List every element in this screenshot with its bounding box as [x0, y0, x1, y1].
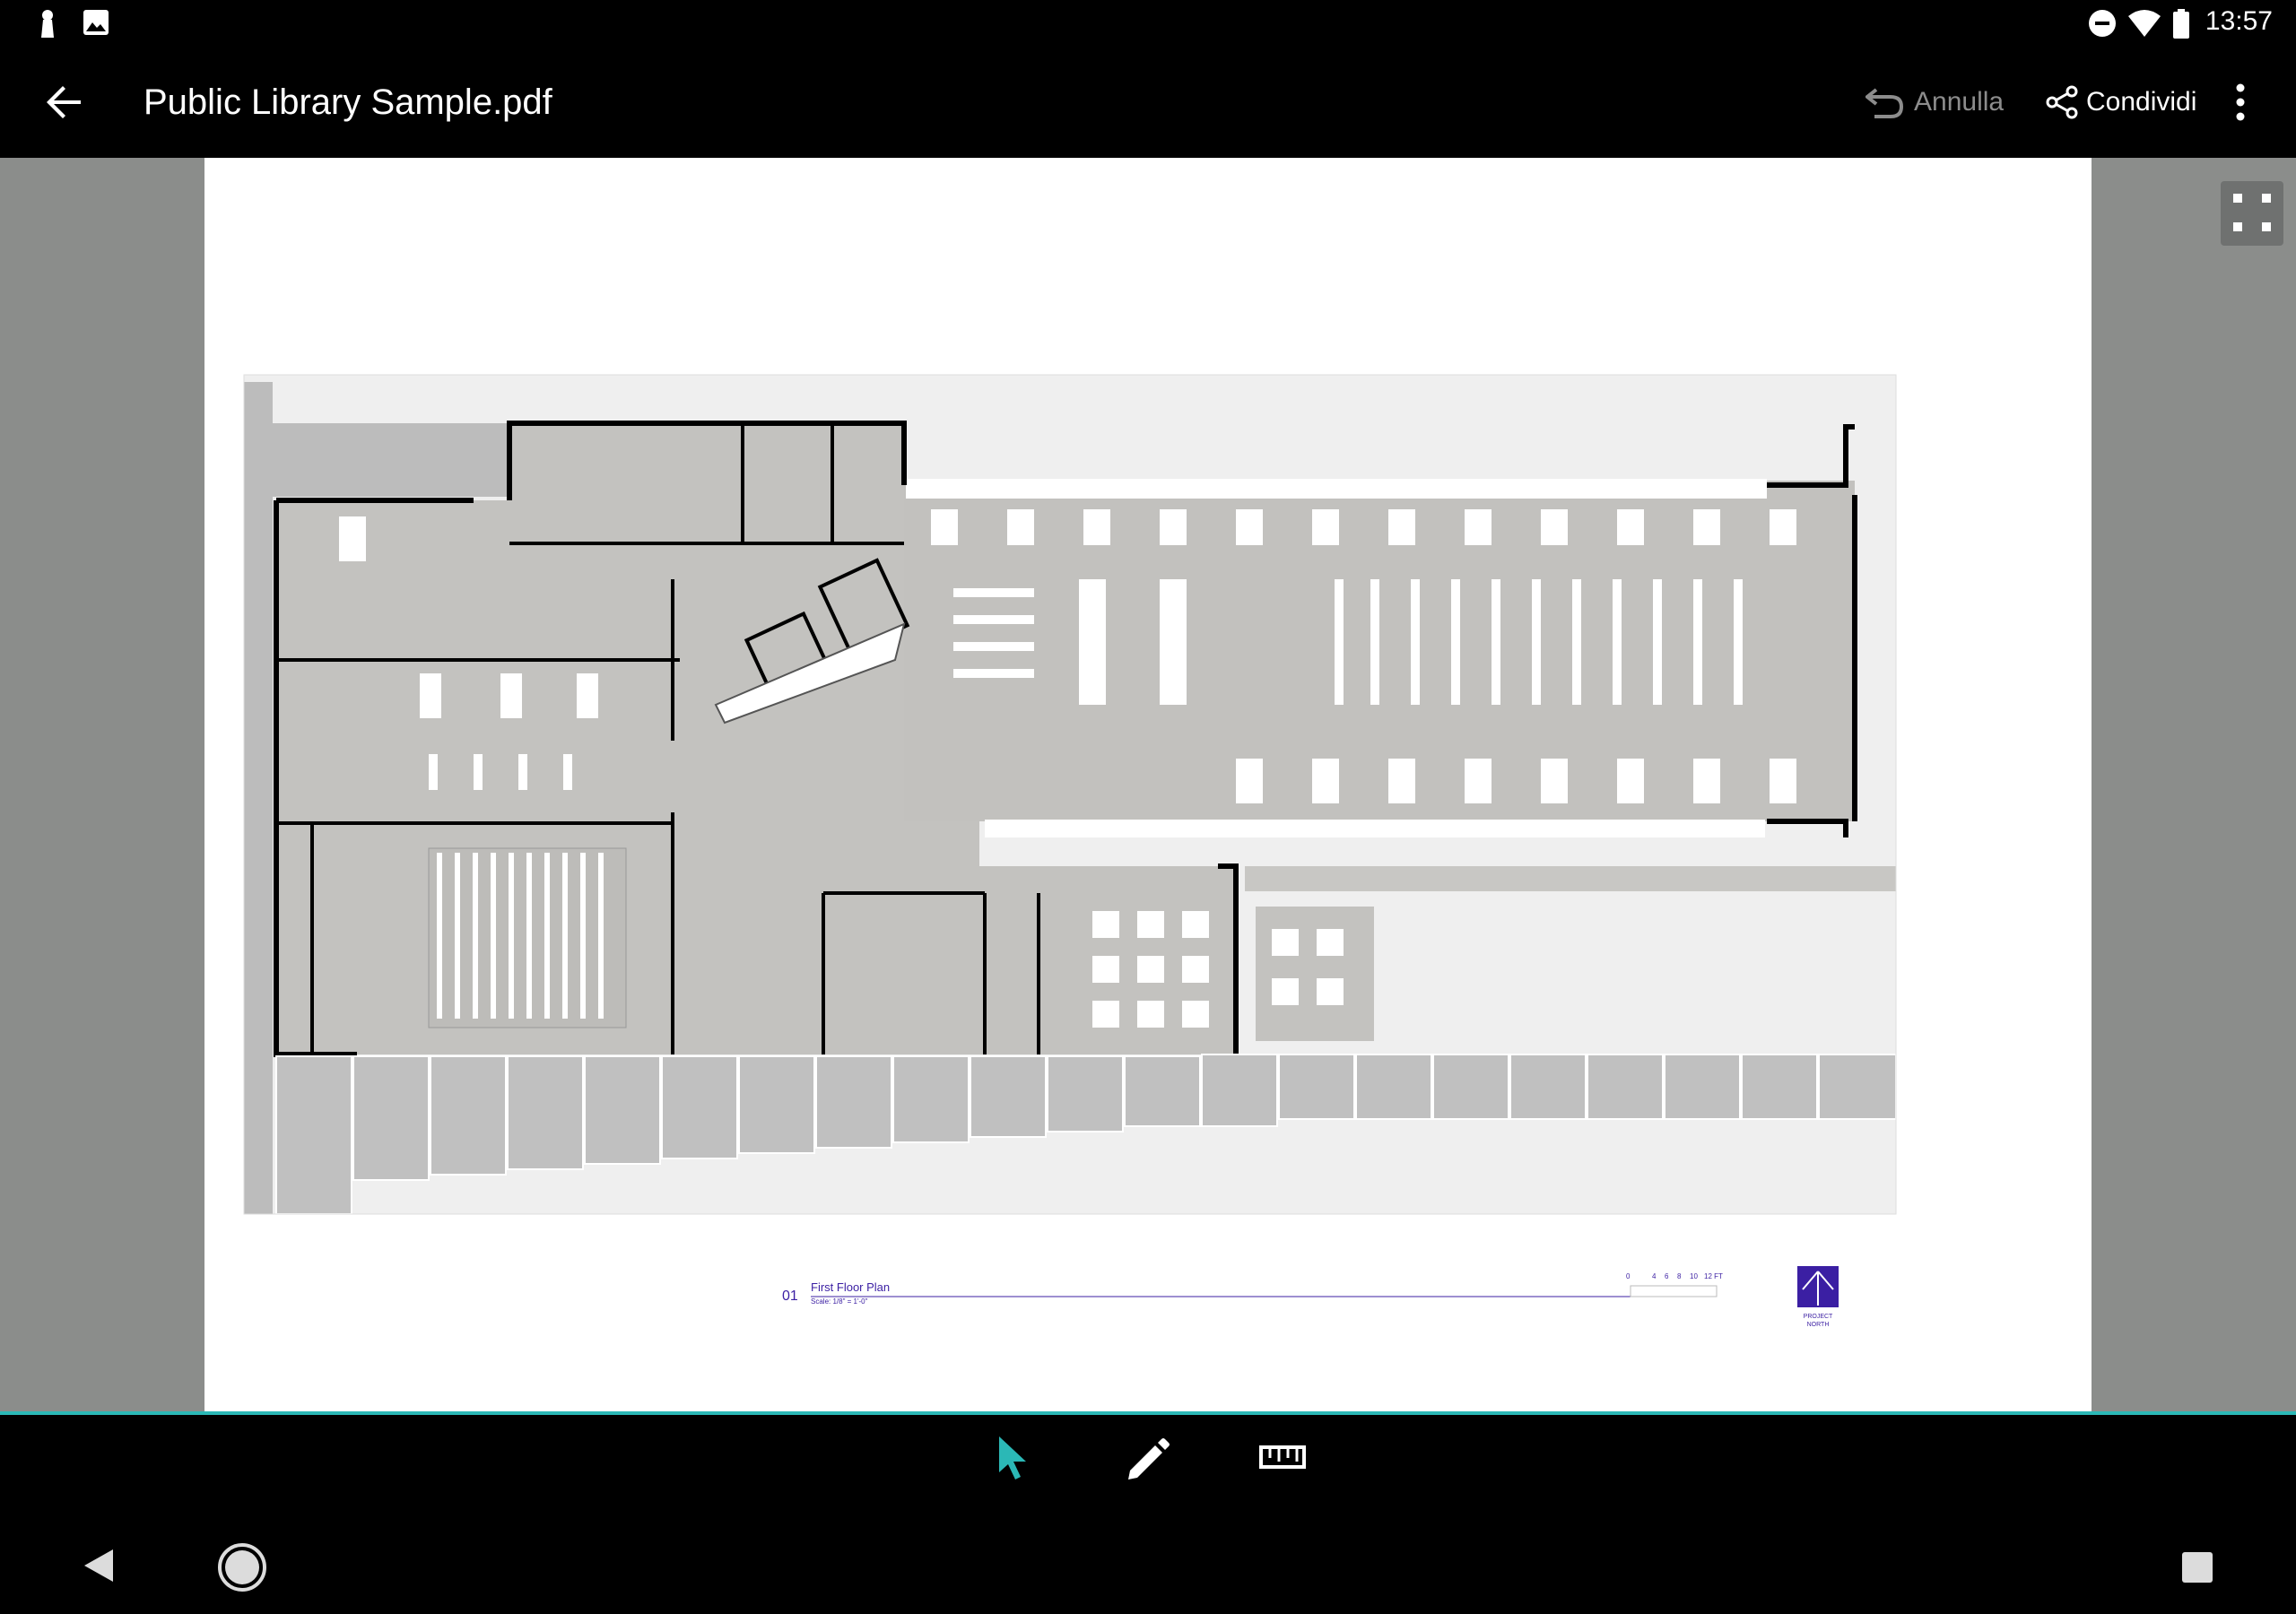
plan-number: 01 — [782, 1289, 798, 1304]
north-arrow: PROJECT NORTH — [1797, 1266, 1839, 1328]
undo-icon — [1866, 88, 1904, 118]
more-vert-icon[interactable] — [2224, 79, 2257, 126]
document-title: Public Library Sample.pdf — [144, 82, 552, 122]
pdf-page: 01 First Floor Plan Scale: 1/8" = 1'-0" … — [204, 158, 2092, 1413]
scale-bar: 0 4 6 8 10 12 FT — [1626, 1272, 1723, 1297]
keyhole-icon — [41, 10, 54, 38]
pen-icon[interactable] — [1121, 1431, 1175, 1485]
status-bar: 13:57 — [0, 0, 2296, 47]
undo-button[interactable]: Annulla — [1866, 79, 2004, 126]
floor-plan-drawing: 01 First Floor Plan Scale: 1/8" = 1'-0" … — [243, 374, 1897, 1328]
svg-text:PROJECT: PROJECT — [1804, 1314, 1833, 1320]
svg-text:10: 10 — [1690, 1272, 1698, 1280]
back-arrow-icon[interactable] — [41, 79, 88, 126]
fit-screen-icon — [2233, 194, 2271, 231]
undo-label: Annulla — [1914, 87, 2005, 117]
app-bar: Public Library Sample.pdf Annulla Condiv… — [0, 47, 2296, 158]
svg-text:6: 6 — [1665, 1272, 1669, 1280]
share-label: Condividi — [2086, 87, 2197, 117]
nav-home-icon[interactable] — [217, 1542, 267, 1592]
annotation-toolbar — [0, 1415, 2296, 1497]
nav-recents-icon[interactable] — [2179, 1549, 2215, 1585]
svg-text:8: 8 — [1677, 1272, 1682, 1280]
svg-text:NORTH: NORTH — [1807, 1322, 1830, 1328]
nav-back-icon[interactable] — [81, 1546, 117, 1585]
fit-to-screen-button[interactable] — [2221, 181, 2283, 246]
select-pointer-icon[interactable] — [985, 1431, 1039, 1485]
do-not-disturb-icon — [2089, 10, 2116, 37]
plan-scale: Scale: 1/8" = 1'-0" — [811, 1297, 868, 1306]
share-icon — [2046, 85, 2078, 119]
ruler-measure-icon[interactable] — [1256, 1431, 1309, 1485]
svg-text:4: 4 — [1652, 1272, 1657, 1280]
status-time: 13:57 — [2205, 6, 2273, 36]
system-nav-bar — [0, 1497, 2296, 1614]
image-icon — [83, 10, 109, 35]
share-button[interactable]: Condividi — [2045, 79, 2196, 126]
svg-text:0: 0 — [1626, 1272, 1631, 1280]
plan-title: First Floor Plan — [811, 1280, 890, 1294]
battery-icon — [2173, 9, 2189, 39]
wifi-icon — [2128, 10, 2161, 37]
svg-text:12 FT: 12 FT — [1704, 1272, 1723, 1280]
document-viewer[interactable]: 01 First Floor Plan Scale: 1/8" = 1'-0" … — [0, 158, 2296, 1413]
